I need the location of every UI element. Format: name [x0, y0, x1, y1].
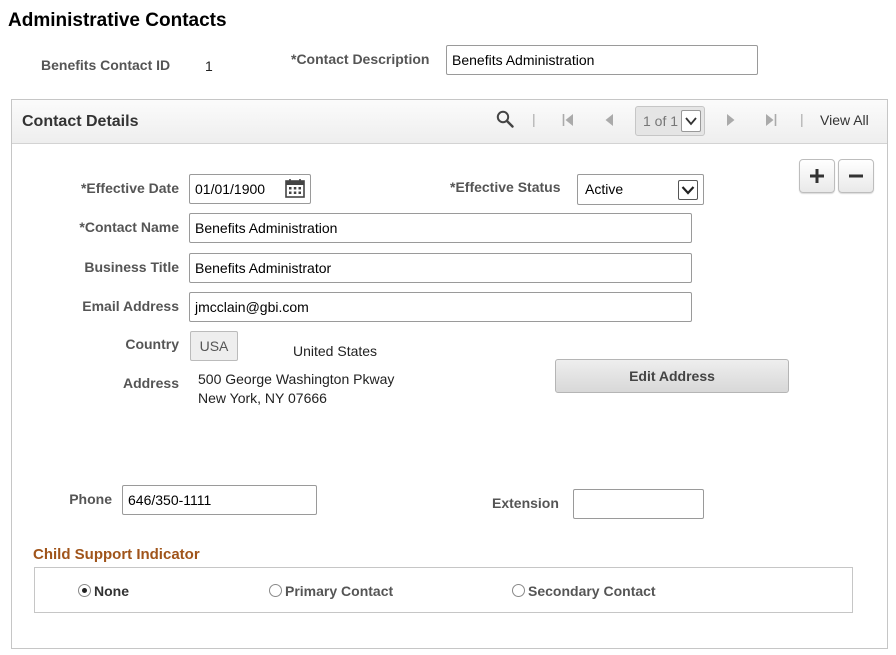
- nav-separator-2: |: [800, 111, 804, 127]
- dropdown-arrow-icon[interactable]: [681, 110, 701, 132]
- business-title-label: Business Title: [84, 259, 179, 275]
- panel-header: Contact Details | 1 of 1 | View All: [12, 100, 887, 144]
- radio-secondary-contact[interactable]: [512, 584, 525, 597]
- country-name: United States: [293, 343, 378, 359]
- country-code-field: USA: [190, 331, 238, 361]
- search-icon[interactable]: [496, 110, 514, 131]
- radio-none-label[interactable]: None: [94, 583, 129, 599]
- radio-primary-contact[interactable]: [269, 584, 282, 597]
- contact-description-label: *Contact Description: [291, 51, 430, 67]
- nav-separator: |: [532, 111, 536, 127]
- extension-label: Extension: [492, 495, 559, 511]
- last-page-icon[interactable]: [765, 113, 777, 130]
- add-row-icon: [810, 169, 824, 183]
- contact-name-input[interactable]: Benefits Administration: [189, 213, 692, 243]
- contact-name-label: *Contact Name: [79, 219, 179, 235]
- contact-id-label: Benefits Contact ID: [41, 57, 171, 73]
- first-page-icon[interactable]: [562, 113, 574, 130]
- next-icon[interactable]: [726, 113, 736, 130]
- email-input[interactable]: jmcclain@gbi.com: [189, 292, 692, 322]
- effective-date-label: *Effective Date: [80, 180, 179, 196]
- panel-title: Contact Details: [22, 113, 139, 130]
- effective-status-label: *Effective Status: [450, 179, 561, 195]
- radio-primary-contact-label[interactable]: Primary Contact: [285, 583, 393, 599]
- page-selector[interactable]: 1 of 1: [635, 106, 705, 136]
- phone-input[interactable]: 646/350-1111: [122, 485, 317, 515]
- page-title: Administrative Contacts: [8, 10, 227, 31]
- previous-icon[interactable]: [604, 113, 614, 130]
- contact-id-value: 1: [205, 58, 213, 74]
- business-title-input[interactable]: Benefits Administrator: [189, 253, 692, 283]
- extension-input[interactable]: [573, 489, 704, 519]
- email-label: Email Address: [82, 298, 179, 314]
- effective-status-select[interactable]: Active: [577, 174, 704, 205]
- effective-status-value: Active: [585, 181, 624, 197]
- delete-row-button[interactable]: [838, 159, 874, 193]
- phone-label: Phone: [69, 491, 112, 507]
- view-all-link[interactable]: View All: [820, 112, 869, 128]
- child-support-radio-group: [34, 567, 853, 613]
- country-label: Country: [125, 336, 179, 352]
- page-selector-text: 1 of 1: [643, 113, 679, 129]
- dropdown-arrow-icon[interactable]: [678, 180, 698, 200]
- radio-none[interactable]: [78, 584, 91, 597]
- contact-description-input[interactable]: Benefits Administration: [446, 45, 758, 75]
- address-label: Address: [122, 375, 179, 391]
- radio-secondary-contact-label[interactable]: Secondary Contact: [528, 583, 656, 599]
- delete-row-icon: [849, 174, 863, 178]
- calendar-icon[interactable]: [285, 178, 305, 201]
- edit-address-button[interactable]: Edit Address: [555, 359, 789, 393]
- add-row-button[interactable]: [799, 159, 835, 193]
- address-line-2: New York, NY 07666: [198, 390, 327, 406]
- address-line-1: 500 George Washington Pkway: [198, 371, 395, 387]
- child-support-title: Child Support Indicator: [33, 546, 200, 563]
